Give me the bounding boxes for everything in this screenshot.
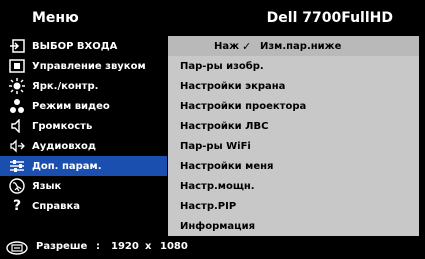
menu-item-label: Настройки меня [180, 160, 274, 172]
sidebar-item-label: Громкость [32, 120, 93, 132]
volume-icon [8, 118, 26, 134]
menu-item-power-settings[interactable]: Настр.мощн. [168, 176, 419, 196]
resolution-label: Разреше [36, 241, 88, 252]
resolution-colon: : [96, 241, 100, 252]
sidebar-item-label: ВЫБОР ВХОДА [32, 40, 118, 52]
menu-item-label: Настр.мощн. [180, 180, 255, 192]
sound-control-icon [8, 58, 26, 74]
menu-item-menu-settings[interactable]: Настройки меня [168, 156, 419, 176]
sidebar-item-label: Справка [32, 200, 81, 212]
sidebar-item-brightness[interactable]: Ярк./контр. [0, 76, 167, 96]
osd-menu: Меню Dell 7700FullHD ВЫБОР ВХОДА Управле… [0, 0, 425, 259]
sidebar-item-label: Аудиовход [32, 140, 96, 152]
projector-model: Dell 7700FullHD [266, 10, 393, 26]
sidebar-item-help[interactable]: ? Справка [0, 196, 167, 216]
menu-item-information[interactable]: Информация [168, 216, 419, 236]
menu-item-label: Настройки проектора [180, 100, 307, 112]
sidebar-item-language[interactable]: Язык [0, 176, 167, 196]
brightness-icon [8, 78, 26, 94]
sidebar-item-label: Доп. парам. [32, 160, 102, 172]
menu-item-pip-settings[interactable]: Настр.PIP [168, 196, 419, 216]
menu-sidebar: ВЫБОР ВХОДА Управление звуком Ярк./контр… [0, 36, 167, 236]
hint-press: Наж [214, 40, 240, 52]
sidebar-item-advanced-settings[interactable]: Доп. парам. [0, 156, 167, 176]
sidebar-item-video-mode[interactable]: Режим видео [0, 96, 167, 116]
advanced-settings-icon [8, 158, 26, 174]
sidebar-item-audio-input[interactable]: Аудиовход [0, 136, 167, 156]
menu-item-label: Пар-ры WiFi [180, 140, 251, 152]
settings-panel: Наж ✓ Изм.пар.ниже Пар-ры изобр. Настрой… [168, 36, 419, 236]
sidebar-item-label: Управление звуком [32, 60, 146, 72]
menu-item-display-settings[interactable]: Настройки экрана [168, 76, 419, 96]
hint-row: Наж ✓ Изм.пар.ниже [168, 36, 419, 56]
video-mode-icon [8, 98, 26, 114]
menu-item-lan-settings[interactable]: Настройки ЛВС [168, 116, 419, 136]
help-icon: ? [12, 198, 22, 214]
status-footer: Разреше : 1920 x 1080 [0, 236, 425, 259]
menu-item-projector-settings[interactable]: Настройки проектора [168, 96, 419, 116]
check-icon: ✓ [242, 39, 252, 53]
menu-item-label: Настр.PIP [180, 200, 237, 212]
resolution-width: 1920 [111, 241, 139, 252]
menu-title: Меню [32, 10, 79, 26]
sidebar-item-input-source[interactable]: ВЫБОР ВХОДА [0, 36, 167, 56]
hint-change-below: Изм.пар.ниже [260, 40, 342, 52]
menu-item-label: Пар-ры изобр. [180, 60, 264, 72]
resolution-icon [6, 240, 28, 255]
sidebar-item-volume[interactable]: Громкость [0, 116, 167, 136]
menu-item-wifi-settings[interactable]: Пар-ры WiFi [168, 136, 419, 156]
sidebar-item-label: Ярк./контр. [32, 80, 99, 92]
sidebar-item-label: Язык [32, 180, 62, 192]
sidebar-item-sound-control[interactable]: Управление звуком [0, 56, 167, 76]
menu-header: Меню Dell 7700FullHD [0, 0, 425, 36]
menu-item-label: Информация [180, 220, 255, 232]
menu-item-image-settings[interactable]: Пар-ры изобр. [168, 56, 419, 76]
audio-input-icon [8, 138, 26, 154]
language-icon [8, 178, 26, 194]
input-source-icon [8, 38, 26, 54]
menu-item-label: Настройки экрана [180, 80, 286, 92]
sidebar-item-label: Режим видео [32, 100, 110, 112]
resolution-height: 1080 [160, 241, 188, 252]
menu-item-label: Настройки ЛВС [180, 120, 269, 132]
resolution-separator: x [145, 241, 152, 252]
